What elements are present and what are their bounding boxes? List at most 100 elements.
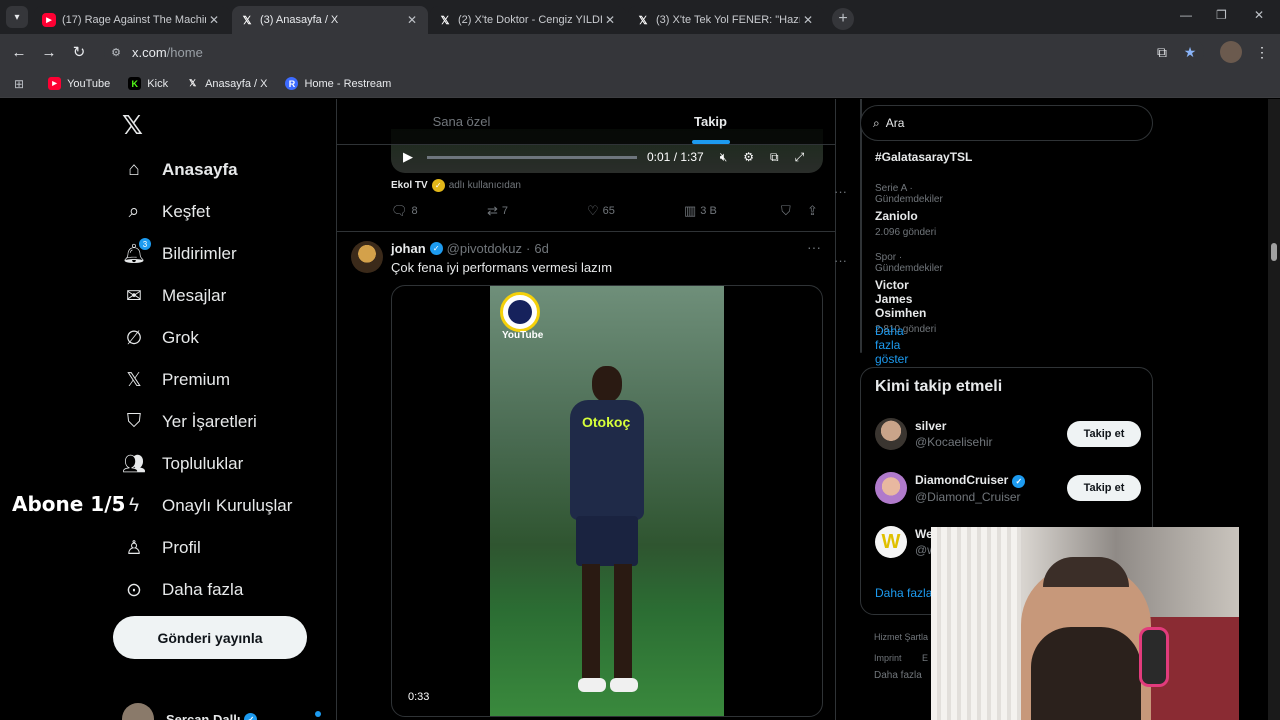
suggested-user[interactable]: silver @Kocaelisehir Takip et [875, 418, 1141, 450]
scrollbar-thumb[interactable] [1271, 243, 1277, 261]
nav-item-explore[interactable]: ⌕ Keşfet [122, 191, 211, 233]
browser-tab-x-fener[interactable]: 𝕏 (3) X'te Tek Yol FENER: "Hazırlık ✕ [628, 6, 824, 34]
page-scrollbar[interactable] [1268, 99, 1280, 720]
grok-icon: ∅ [125, 327, 143, 349]
show-more-link[interactable]: Daha fazla [875, 586, 932, 600]
close-icon[interactable]: ✕ [404, 12, 420, 28]
tab-title: (3) Anasayfa / X [260, 14, 339, 26]
nav-item-grok[interactable]: ∅ Grok [122, 317, 199, 359]
profile-avatar[interactable] [1220, 41, 1242, 63]
browser-tab-youtube[interactable]: ▶ (17) Rage Against The Machine ✕ [34, 6, 230, 34]
tab-search-button[interactable]: ▾ [6, 6, 28, 28]
author-name[interactable]: johan [391, 241, 426, 256]
site-info-icon[interactable]: ⚙ [108, 44, 124, 60]
bookmark-button[interactable]: ⛉ [781, 203, 795, 219]
install-app-icon[interactable]: ⧉ [1150, 40, 1174, 64]
bookmark-icon: ⛉ [126, 411, 142, 432]
footer-imprint-link[interactable]: Imprint [874, 653, 902, 663]
shirt-sponsor: Otokoç [582, 414, 631, 430]
back-arrow-icon[interactable]: ← [4, 37, 34, 67]
more-options-icon[interactable]: ··· [807, 239, 821, 255]
window-close-icon[interactable]: ✕ [1254, 8, 1264, 22]
views-button[interactable]: ▥ 3 B [684, 203, 717, 219]
author-handle[interactable]: @pivotdokuz [447, 241, 522, 256]
share-button[interactable]: ⇪ [807, 203, 822, 219]
bookmark-kick[interactable]: K Kick [128, 77, 168, 90]
footer-terms-link[interactable]: Hizmet Şartla [874, 632, 928, 642]
restore-icon[interactable]: ❐ [1216, 8, 1227, 22]
minimize-icon[interactable]: — [1180, 8, 1192, 22]
nav-item-messages[interactable]: ✉ Mesajlar [122, 275, 226, 317]
tweet-time[interactable]: 6d [534, 241, 548, 256]
fullscreen-icon[interactable]: ⤢ [795, 150, 805, 165]
play-icon[interactable]: ▶ [403, 149, 413, 165]
fenerbahce-crest-icon [500, 292, 540, 332]
trend-item[interactable]: Spor · Gündemdekiler Victor James Osimhe… [875, 252, 943, 335]
avatar [122, 703, 154, 720]
nav-item-communities[interactable]: 👥︎ Topluluklar [122, 443, 243, 485]
more-options-icon[interactable]: ··· [834, 253, 847, 268]
source-suffix: adlı kullanıcıdan [448, 180, 521, 191]
post-button[interactable]: Gönderi yayınla [113, 616, 307, 659]
address-bar[interactable]: ⚙ x.com/home [104, 38, 1204, 66]
avatar[interactable] [351, 241, 383, 273]
follow-button[interactable]: Takip et [1067, 421, 1141, 447]
search-input[interactable]: ⌕ Ara [860, 105, 1153, 141]
bookmark-star-icon[interactable]: ★ [1178, 40, 1202, 64]
analytics-icon: ▥ [684, 203, 697, 218]
settings-gear-icon[interactable]: ⚙ [743, 150, 754, 164]
apps-grid-icon[interactable]: ⊞ [14, 77, 24, 91]
restream-icon: R [285, 77, 299, 90]
close-icon[interactable]: ✕ [800, 12, 816, 28]
browser-menu-icon[interactable]: ⋮ [1250, 40, 1274, 64]
nav-label: Keşfet [162, 202, 211, 221]
browser-tab-x-doktor[interactable]: 𝕏 (2) X'te Doktor - Cengiz YILDIZ ✕ [430, 6, 626, 34]
x-logo-icon[interactable]: 𝕏 [122, 111, 143, 141]
follow-button[interactable]: Takip et [1067, 475, 1141, 501]
video-source: Ekol TV ✓ adlı kullanıcıdan [391, 179, 521, 192]
forward-arrow-icon[interactable]: → [34, 37, 64, 67]
tab-following[interactable]: Takip [586, 99, 835, 144]
footer-link[interactable]: E [922, 653, 928, 663]
nav-label: Onaylı Kuruluşlar [162, 496, 293, 515]
repost-icon: ⇄ [487, 203, 498, 218]
video-progress-bar[interactable] [427, 155, 637, 159]
close-icon[interactable]: ✕ [206, 12, 222, 28]
nav-item-profile[interactable]: ♙ Profil [122, 527, 200, 569]
repost-button[interactable]: ⇄ 7 [487, 203, 508, 219]
tweet-video[interactable]: YouTube Otokoç 0:33 [391, 285, 823, 717]
nav-item-notifications[interactable]: 🔔︎ 3 Bildirimler [122, 233, 237, 275]
new-tab-button[interactable]: + [832, 8, 854, 30]
avatar[interactable] [875, 472, 907, 504]
tab-for-you[interactable]: Sana özel [337, 99, 586, 144]
source-name[interactable]: Ekol TV [391, 180, 428, 191]
mute-icon[interactable]: 🔇︎ [720, 150, 728, 165]
browser-tab-x-home[interactable]: 𝕏 (3) Anasayfa / X ✕ [232, 6, 428, 34]
pip-icon[interactable]: ⧉ [770, 150, 779, 165]
footer-more-link[interactable]: Daha fazla [874, 670, 922, 681]
avatar[interactable]: W [875, 526, 907, 558]
more-options-icon[interactable]: ··· [834, 184, 847, 199]
avatar[interactable] [875, 418, 907, 450]
suggested-user[interactable]: DiamondCruiser ✓ @Diamond_Cruiser Takip e… [875, 472, 1141, 504]
bookmark-x[interactable]: 𝕏 Anasayfa / X [186, 77, 268, 90]
nav-item-more[interactable]: ⊙ Daha fazla [122, 569, 243, 611]
bookmark-youtube[interactable]: ▶ YouTube [48, 77, 110, 90]
account-switcher[interactable]: Sercan Dallı ✓ [122, 703, 258, 720]
nav-item-home[interactable]: ⌂ Anasayfa [122, 149, 237, 191]
person-icon: ♙ [125, 537, 143, 559]
reply-button[interactable]: 🗨︎ 8 [391, 203, 418, 219]
tweet[interactable]: johan ✓ @pivotdokuz · 6d ··· Çok fena iy… [337, 232, 835, 720]
like-button[interactable]: ♡ 65 [587, 203, 615, 219]
trend-item[interactable]: #GalatasarayTSL [875, 146, 972, 164]
bookmark-restream[interactable]: R Home - Restream [285, 77, 391, 90]
reload-icon[interactable]: ↻ [64, 37, 94, 67]
x-icon: 𝕏 [126, 369, 142, 391]
show-more-link[interactable]: Daha fazla göster [875, 324, 908, 366]
close-icon[interactable]: ✕ [602, 12, 618, 28]
nav-item-bookmarks[interactable]: ⛉ Yer İşaretleri [122, 401, 257, 443]
trend-item[interactable]: Serie A · Gündemdekiler Zaniolo 2.096 gö… [875, 183, 943, 238]
verified-badge-icon: ✓ [429, 242, 443, 255]
nav-item-premium[interactable]: 𝕏 Premium [122, 359, 230, 401]
nav-item-verified-orgs[interactable]: ϟ Onaylı Kuruluşlar [122, 485, 292, 527]
